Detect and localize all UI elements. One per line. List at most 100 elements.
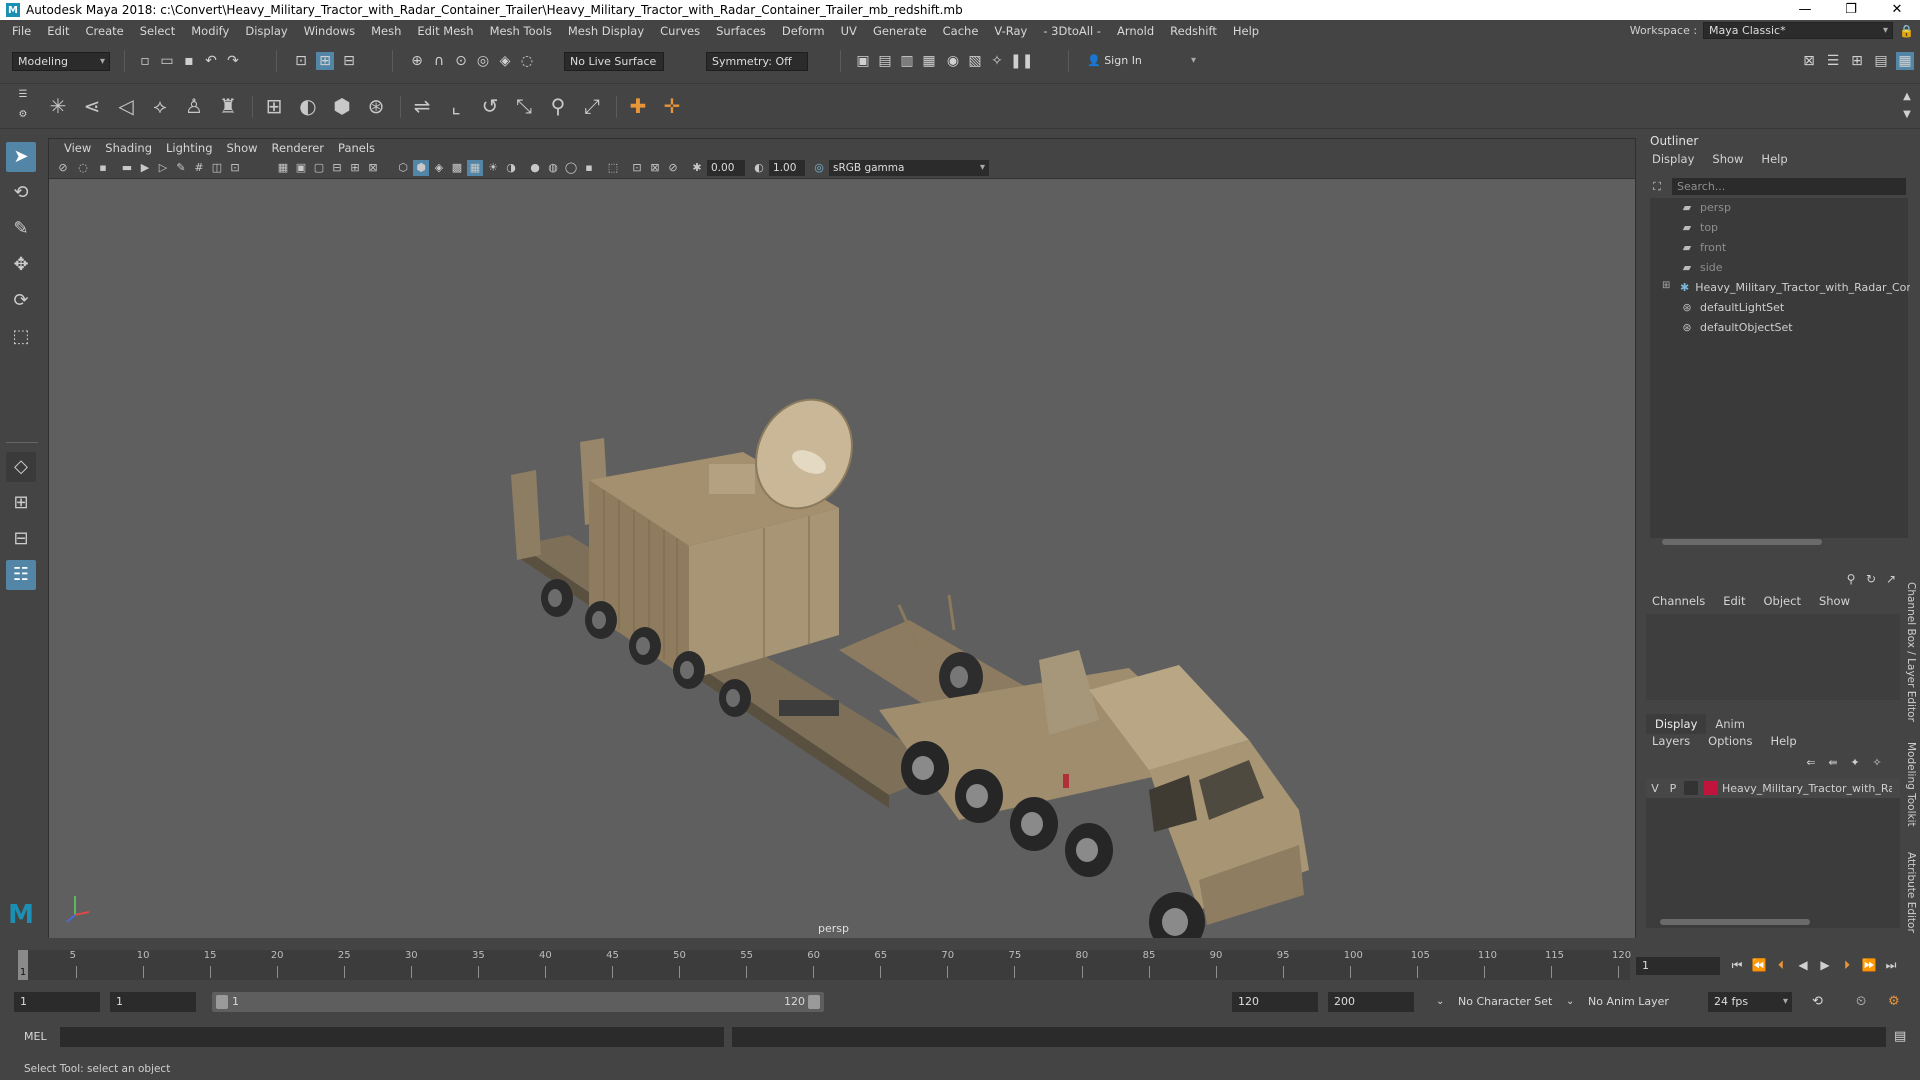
tab-attribute-editor[interactable]: Attribute Editor bbox=[1899, 852, 1917, 933]
channel-menu-object[interactable]: Object bbox=[1764, 594, 1801, 608]
menu-display[interactable]: Display bbox=[237, 24, 295, 38]
script-editor-icon[interactable]: ▤ bbox=[1894, 1027, 1906, 1047]
locator-icon[interactable]: ✚ bbox=[624, 92, 652, 120]
render-view-icon[interactable]: ▣ bbox=[854, 52, 872, 70]
channel-box-refresh-icon[interactable]: ↻ bbox=[1862, 570, 1880, 588]
gamma-field[interactable]: 1.00 bbox=[769, 160, 805, 176]
scale-constraint-icon[interactable]: ⤡ bbox=[510, 92, 538, 120]
menu-deform[interactable]: Deform bbox=[774, 24, 833, 38]
scrollbar-thumb[interactable] bbox=[1662, 539, 1822, 545]
lock-icon[interactable]: 🔒 bbox=[1899, 24, 1914, 38]
outliner-item-front[interactable]: ▰ front bbox=[1680, 238, 1910, 256]
film-gate-icon[interactable]: ◫ bbox=[209, 160, 225, 176]
select-object-icon[interactable]: ⊞ bbox=[316, 52, 334, 70]
save-scene-icon[interactable]: ▪ bbox=[180, 52, 198, 70]
redo-icon[interactable]: ↷ bbox=[224, 52, 242, 70]
ik-spline-icon[interactable]: ◁ bbox=[112, 92, 140, 120]
move-layer-up-icon[interactable]: ⇐ bbox=[1802, 754, 1820, 772]
maximize-button[interactable]: ❐ bbox=[1828, 0, 1874, 20]
sign-in-button[interactable]: 👤 Sign In bbox=[1082, 52, 1200, 71]
skin-bind-icon[interactable]: ⟡ bbox=[146, 92, 174, 120]
playback-start-field[interactable]: 1 bbox=[110, 992, 196, 1012]
tab-anim[interactable]: Anim bbox=[1706, 714, 1754, 734]
undo-icon[interactable]: ↶ bbox=[202, 52, 220, 70]
layer-hscrollbar[interactable] bbox=[1650, 918, 1894, 926]
tab-channel-box-layer-editor[interactable]: Channel Box / Layer Editor bbox=[1899, 582, 1917, 722]
exposure-field[interactable]: 0.00 bbox=[707, 160, 745, 176]
menu-cache[interactable]: Cache bbox=[935, 24, 987, 38]
wrap-icon[interactable]: ⬢ bbox=[328, 92, 356, 120]
anim-layer-label[interactable]: No Anim Layer bbox=[1588, 992, 1669, 1012]
menu-mesh[interactable]: Mesh bbox=[363, 24, 409, 38]
outliner-menu-help[interactable]: Help bbox=[1761, 152, 1787, 166]
menu-windows[interactable]: Windows bbox=[296, 24, 363, 38]
anim-layer-icon[interactable]: ⌄ bbox=[1566, 992, 1574, 1012]
outliner-menu-show[interactable]: Show bbox=[1712, 152, 1743, 166]
scrollbar-thumb[interactable] bbox=[1660, 919, 1810, 925]
play-forwards-icon[interactable]: ▶ bbox=[1816, 956, 1834, 974]
channel-box-edit-icon[interactable]: ↗ bbox=[1882, 570, 1900, 588]
outliner-item-top[interactable]: ▰ top bbox=[1680, 218, 1910, 236]
gate-mask-icon[interactable]: ⊠ bbox=[365, 160, 381, 176]
layer-visibility-toggle[interactable]: V bbox=[1646, 782, 1664, 795]
outliner-menu-display[interactable]: Display bbox=[1652, 152, 1694, 166]
cluster-icon[interactable]: ⊞ bbox=[260, 92, 288, 120]
menu-3dtoall[interactable]: - 3DtoAll - bbox=[1035, 24, 1109, 38]
lattice-icon[interactable]: ◐ bbox=[294, 92, 322, 120]
image-plane-icon[interactable]: ▶ bbox=[137, 160, 153, 176]
outliner-item-side[interactable]: ▰ side bbox=[1680, 258, 1910, 276]
new-layer-selected-icon[interactable]: ✧ bbox=[1868, 754, 1886, 772]
outliner-item-default-light-set[interactable]: ⊛ defaultLightSet bbox=[1680, 298, 1910, 316]
vp-menu-lighting[interactable]: Lighting bbox=[159, 141, 219, 155]
layer-row[interactable]: V P Heavy_Military_Tractor_with_Rad bbox=[1646, 778, 1900, 798]
bookmark-icon[interactable]: ▬ bbox=[119, 160, 135, 176]
field-chart-icon[interactable]: ▢ bbox=[311, 160, 327, 176]
menu-uv[interactable]: UV bbox=[833, 24, 865, 38]
wireframe-on-shaded-icon[interactable]: ◈ bbox=[431, 160, 447, 176]
depth-of-field-icon[interactable]: ◯ bbox=[563, 160, 579, 176]
point-constraint-icon[interactable]: ⌞ bbox=[442, 92, 470, 120]
ik-handle-icon[interactable]: ⋖ bbox=[78, 92, 106, 120]
two-d-pan-icon[interactable]: ▷ bbox=[155, 160, 171, 176]
anim-prefs-icon[interactable]: ⚙ bbox=[1888, 992, 1900, 1012]
step-forward-key-icon[interactable]: ⏩ bbox=[1860, 956, 1878, 974]
resolution-gate-icon[interactable]: ⊡ bbox=[227, 160, 243, 176]
menu-mesh-display[interactable]: Mesh Display bbox=[560, 24, 652, 38]
channel-menu-edit[interactable]: Edit bbox=[1723, 594, 1745, 608]
menu-vray[interactable]: V-Ray bbox=[986, 24, 1035, 38]
menu-redshift[interactable]: Redshift bbox=[1162, 24, 1225, 38]
menu-modify[interactable]: Modify bbox=[183, 24, 237, 38]
close-button[interactable]: ✕ bbox=[1874, 0, 1920, 20]
pole-vector-icon[interactable]: ⤢ bbox=[578, 92, 606, 120]
go-to-end-icon[interactable]: ⏭ bbox=[1882, 956, 1900, 974]
select-component-icon[interactable]: ⊟ bbox=[340, 52, 358, 70]
camera-lock-icon[interactable]: ◌ bbox=[75, 160, 91, 176]
ipr-render-icon[interactable]: ▥ bbox=[898, 52, 916, 70]
tab-modeling-toolkit[interactable]: Modeling Toolkit bbox=[1899, 742, 1917, 827]
gamma-icon[interactable]: ◐ bbox=[751, 160, 767, 176]
attribute-editor-icon[interactable]: ☰ bbox=[1824, 52, 1842, 70]
outliner-hscrollbar[interactable] bbox=[1654, 538, 1904, 546]
camera-attributes-icon[interactable]: ▪ bbox=[95, 160, 111, 176]
vp-menu-renderer[interactable]: Renderer bbox=[265, 141, 332, 155]
symmetry-field[interactable]: Symmetry: Off bbox=[706, 52, 808, 71]
orient-constraint-icon[interactable]: ↺ bbox=[476, 92, 504, 120]
layer-ref-toggle[interactable] bbox=[1684, 781, 1698, 795]
shelf-menu-icon[interactable]: ☰ bbox=[14, 86, 32, 104]
four-view-icon[interactable]: ⊞ bbox=[6, 488, 36, 518]
shadows-icon[interactable]: ☀ bbox=[485, 160, 501, 176]
menu-edit-mesh[interactable]: Edit Mesh bbox=[409, 24, 481, 38]
motion-blur-icon[interactable]: ● bbox=[527, 160, 543, 176]
range-slider-track[interactable]: 1 120 bbox=[212, 992, 824, 1012]
outliner-search-input[interactable]: Search... bbox=[1672, 178, 1906, 195]
safe-action-icon[interactable]: ⊟ bbox=[329, 160, 345, 176]
tool-settings-icon[interactable]: ⊞ bbox=[1848, 52, 1866, 70]
menu-arnold[interactable]: Arnold bbox=[1109, 24, 1162, 38]
vp-menu-view[interactable]: View bbox=[57, 141, 98, 155]
view-transform-dropdown[interactable]: sRGB gamma bbox=[829, 160, 989, 176]
snap-point-icon[interactable]: ⊙ bbox=[452, 52, 470, 70]
xray-icon[interactable]: ⬚ bbox=[605, 160, 621, 176]
grid-toggle-icon[interactable]: # bbox=[191, 160, 207, 176]
exposure-icon[interactable]: ✱ bbox=[689, 160, 705, 176]
fps-dropdown[interactable]: 24 fps bbox=[1708, 992, 1792, 1012]
